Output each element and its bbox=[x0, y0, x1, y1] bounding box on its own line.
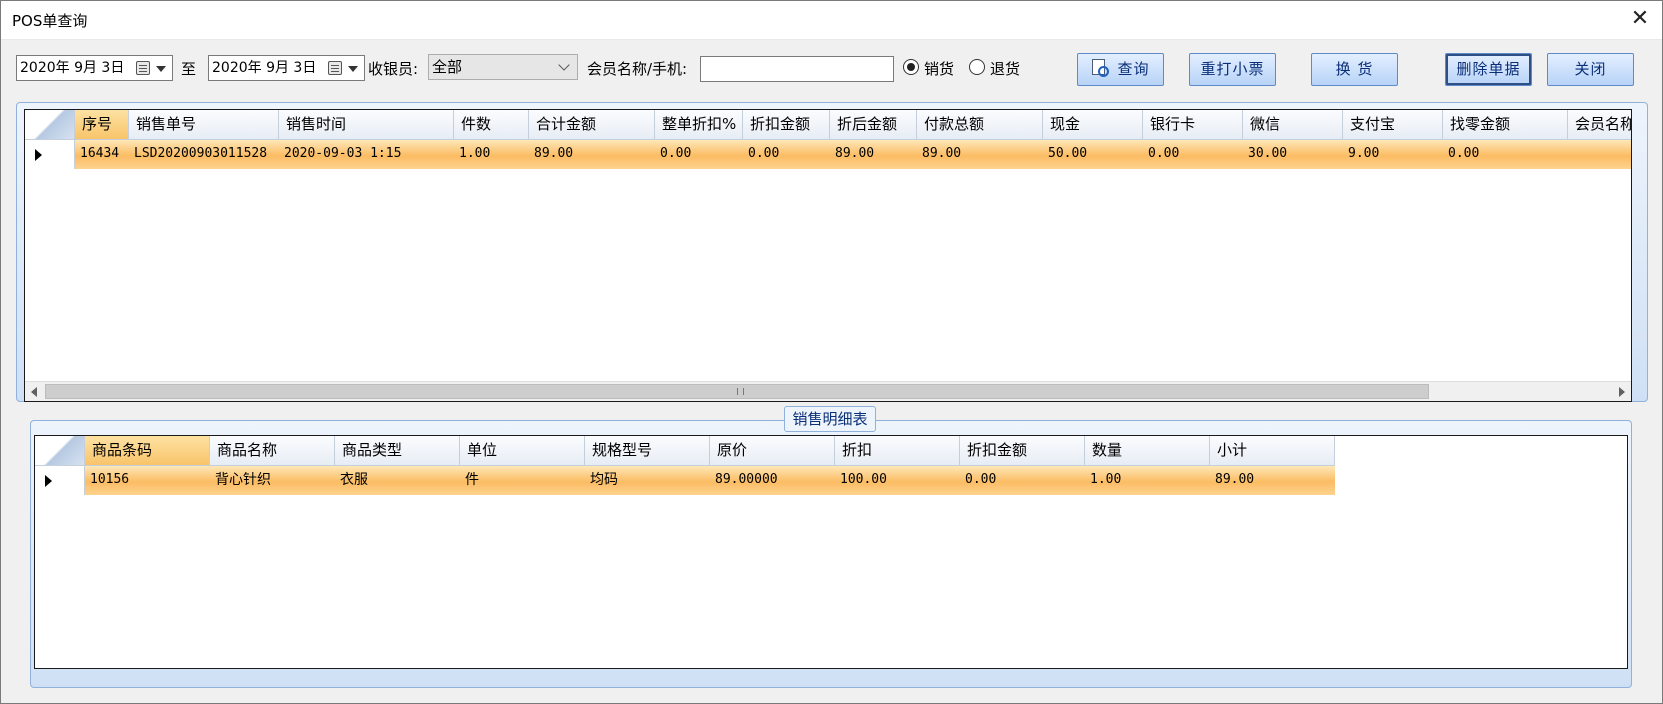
table-cell[interactable]: 89.00 bbox=[917, 140, 1043, 169]
close-button[interactable]: 关闭 bbox=[1547, 53, 1634, 86]
details-group-title: 销售明细表 bbox=[784, 406, 876, 432]
column-header[interactable]: 付款总额 bbox=[917, 110, 1043, 140]
member-input[interactable] bbox=[700, 56, 894, 82]
table-cell[interactable]: 30.00 bbox=[1243, 140, 1343, 169]
date-to-value: 2020年 9月 3日 bbox=[212, 60, 317, 76]
row-pointer-icon bbox=[25, 140, 75, 169]
column-header[interactable]: 商品条码 bbox=[85, 436, 210, 466]
details-grid[interactable]: 商品条码 商品名称 商品类型 单位 规格型号 原价 折扣 折扣金额 数量 小计 10156 背心针织… bbox=[34, 435, 1628, 669]
table-cell[interactable]: 0.00 bbox=[960, 466, 1085, 495]
to-label: 至 bbox=[181, 60, 197, 78]
query-button[interactable]: 查询 bbox=[1077, 53, 1164, 86]
radio-return[interactable] bbox=[969, 59, 985, 75]
table-cell[interactable]: 2020-09-03 1:15 bbox=[279, 140, 454, 169]
column-header[interactable]: 银行卡 bbox=[1143, 110, 1243, 140]
orders-header: 序号 销售单号 销售时间 件数 合计金额 整单折扣% 折扣金额 折后金额 付款总额 现金 银行卡 微信… bbox=[25, 110, 1631, 140]
table-cell[interactable]: 10156 bbox=[85, 466, 210, 495]
grip-icon bbox=[737, 388, 744, 395]
select-all-corner[interactable] bbox=[25, 110, 75, 140]
column-header[interactable]: 折扣金额 bbox=[960, 436, 1085, 466]
cashier-select[interactable]: 全部 bbox=[428, 54, 578, 80]
details-header: 商品条码 商品名称 商品类型 单位 规格型号 原价 折扣 折扣金额 数量 小计 bbox=[35, 436, 1335, 466]
table-cell[interactable]: 背心针织 bbox=[210, 466, 335, 495]
table-cell[interactable]: 均码 bbox=[585, 466, 710, 495]
dropdown-arrow-icon[interactable] bbox=[348, 66, 358, 72]
column-header[interactable]: 小计 bbox=[1210, 436, 1335, 466]
column-header[interactable]: 找零金额 bbox=[1443, 110, 1568, 140]
close-icon[interactable]: ✕ bbox=[1617, 0, 1663, 40]
exchange-button[interactable]: 换 货 bbox=[1311, 53, 1398, 86]
column-header[interactable]: 折扣 bbox=[835, 436, 960, 466]
column-header[interactable]: 折扣金额 bbox=[743, 110, 830, 140]
column-header[interactable]: 序号 bbox=[75, 110, 129, 140]
table-cell[interactable]: 1.00 bbox=[454, 140, 529, 169]
dropdown-arrow-icon[interactable] bbox=[156, 66, 166, 72]
column-header[interactable]: 件数 bbox=[454, 110, 529, 140]
table-cell[interactable]: 9.00 bbox=[1343, 140, 1443, 169]
radio-return-label[interactable]: 退货 bbox=[990, 58, 1020, 79]
table-cell[interactable]: 89.00 bbox=[830, 140, 917, 169]
column-header[interactable]: 会员名称 bbox=[1568, 110, 1631, 140]
chevron-down-icon bbox=[558, 59, 570, 71]
date-from-picker[interactable]: 2020年 9月 3日 bbox=[16, 55, 173, 81]
table-cell[interactable]: 50.00 bbox=[1043, 140, 1143, 169]
table-cell[interactable]: 0.00 bbox=[743, 140, 830, 169]
table-row[interactable]: 16434 LSD20200903011528 2020-09-03 1:15 1.0… bbox=[25, 140, 1631, 169]
table-cell[interactable]: 件 bbox=[460, 466, 585, 495]
table-cell[interactable]: LSD20200903011528 bbox=[129, 140, 279, 169]
table-cell[interactable]: 0.00 bbox=[1143, 140, 1243, 169]
table-cell[interactable] bbox=[1568, 140, 1631, 169]
select-all-corner[interactable] bbox=[35, 436, 85, 466]
window-title: POS单查询 bbox=[12, 12, 88, 30]
table-cell[interactable]: 89.00 bbox=[529, 140, 655, 169]
table-cell[interactable]: 衣服 bbox=[335, 466, 460, 495]
calendar-icon[interactable] bbox=[136, 61, 150, 75]
table-cell[interactable]: 0.00 bbox=[1443, 140, 1568, 169]
table-cell[interactable]: 1.00 bbox=[1085, 466, 1210, 495]
title-bar: POS单查询 ✕ bbox=[0, 0, 1663, 40]
table-cell[interactable]: 89.00 bbox=[1210, 466, 1335, 495]
column-header[interactable]: 单位 bbox=[460, 436, 585, 466]
reprint-receipt-button[interactable]: 重打小票 bbox=[1189, 53, 1276, 86]
table-row[interactable]: 10156 背心针织 衣服件均码 89.00000 100.00 0.00 1.00 89.0… bbox=[35, 466, 1335, 495]
column-header[interactable]: 原价 bbox=[710, 436, 835, 466]
horizontal-scrollbar[interactable] bbox=[25, 381, 1631, 401]
date-to-picker[interactable]: 2020年 9月 3日 bbox=[208, 55, 365, 81]
column-header[interactable]: 合计金额 bbox=[529, 110, 655, 140]
table-cell[interactable]: 89.00000 bbox=[710, 466, 835, 495]
column-header[interactable]: 商品名称 bbox=[210, 436, 335, 466]
column-header[interactable]: 支付宝 bbox=[1343, 110, 1443, 140]
column-header[interactable]: 商品类型 bbox=[335, 436, 460, 466]
table-cell[interactable]: 0.00 bbox=[655, 140, 743, 169]
cashier-value: 全部 bbox=[432, 58, 463, 76]
scroll-thumb[interactable] bbox=[45, 384, 1429, 399]
scroll-right-icon[interactable] bbox=[1619, 387, 1625, 397]
table-cell[interactable]: 100.00 bbox=[835, 466, 960, 495]
column-header[interactable]: 现金 bbox=[1043, 110, 1143, 140]
row-pointer-icon bbox=[35, 466, 85, 495]
column-header[interactable]: 规格型号 bbox=[585, 436, 710, 466]
magnifier-document-icon bbox=[1091, 59, 1110, 77]
column-header[interactable]: 微信 bbox=[1243, 110, 1343, 140]
column-header[interactable]: 整单折扣% bbox=[655, 110, 743, 140]
date-from-value: 2020年 9月 3日 bbox=[20, 60, 125, 76]
table-cell[interactable]: 16434 bbox=[75, 140, 129, 169]
column-header[interactable]: 销售时间 bbox=[279, 110, 454, 140]
column-header[interactable]: 数量 bbox=[1085, 436, 1210, 466]
member-label: 会员名称/手机: bbox=[587, 60, 688, 78]
radio-sale-label[interactable]: 销货 bbox=[924, 58, 954, 79]
cashier-label: 收银员: bbox=[368, 60, 419, 78]
column-header[interactable]: 销售单号 bbox=[129, 110, 279, 140]
orders-grid[interactable]: 序号 销售单号 销售时间 件数 合计金额 整单折扣% 折扣金额 折后金额 付款总额 现金 银行卡 微信… bbox=[24, 109, 1632, 402]
calendar-icon[interactable] bbox=[328, 61, 342, 75]
delete-order-button[interactable]: 删除单据 bbox=[1445, 53, 1532, 86]
radio-sale[interactable] bbox=[903, 59, 919, 75]
column-header[interactable]: 折后金额 bbox=[830, 110, 917, 140]
scroll-left-icon[interactable] bbox=[31, 387, 37, 397]
